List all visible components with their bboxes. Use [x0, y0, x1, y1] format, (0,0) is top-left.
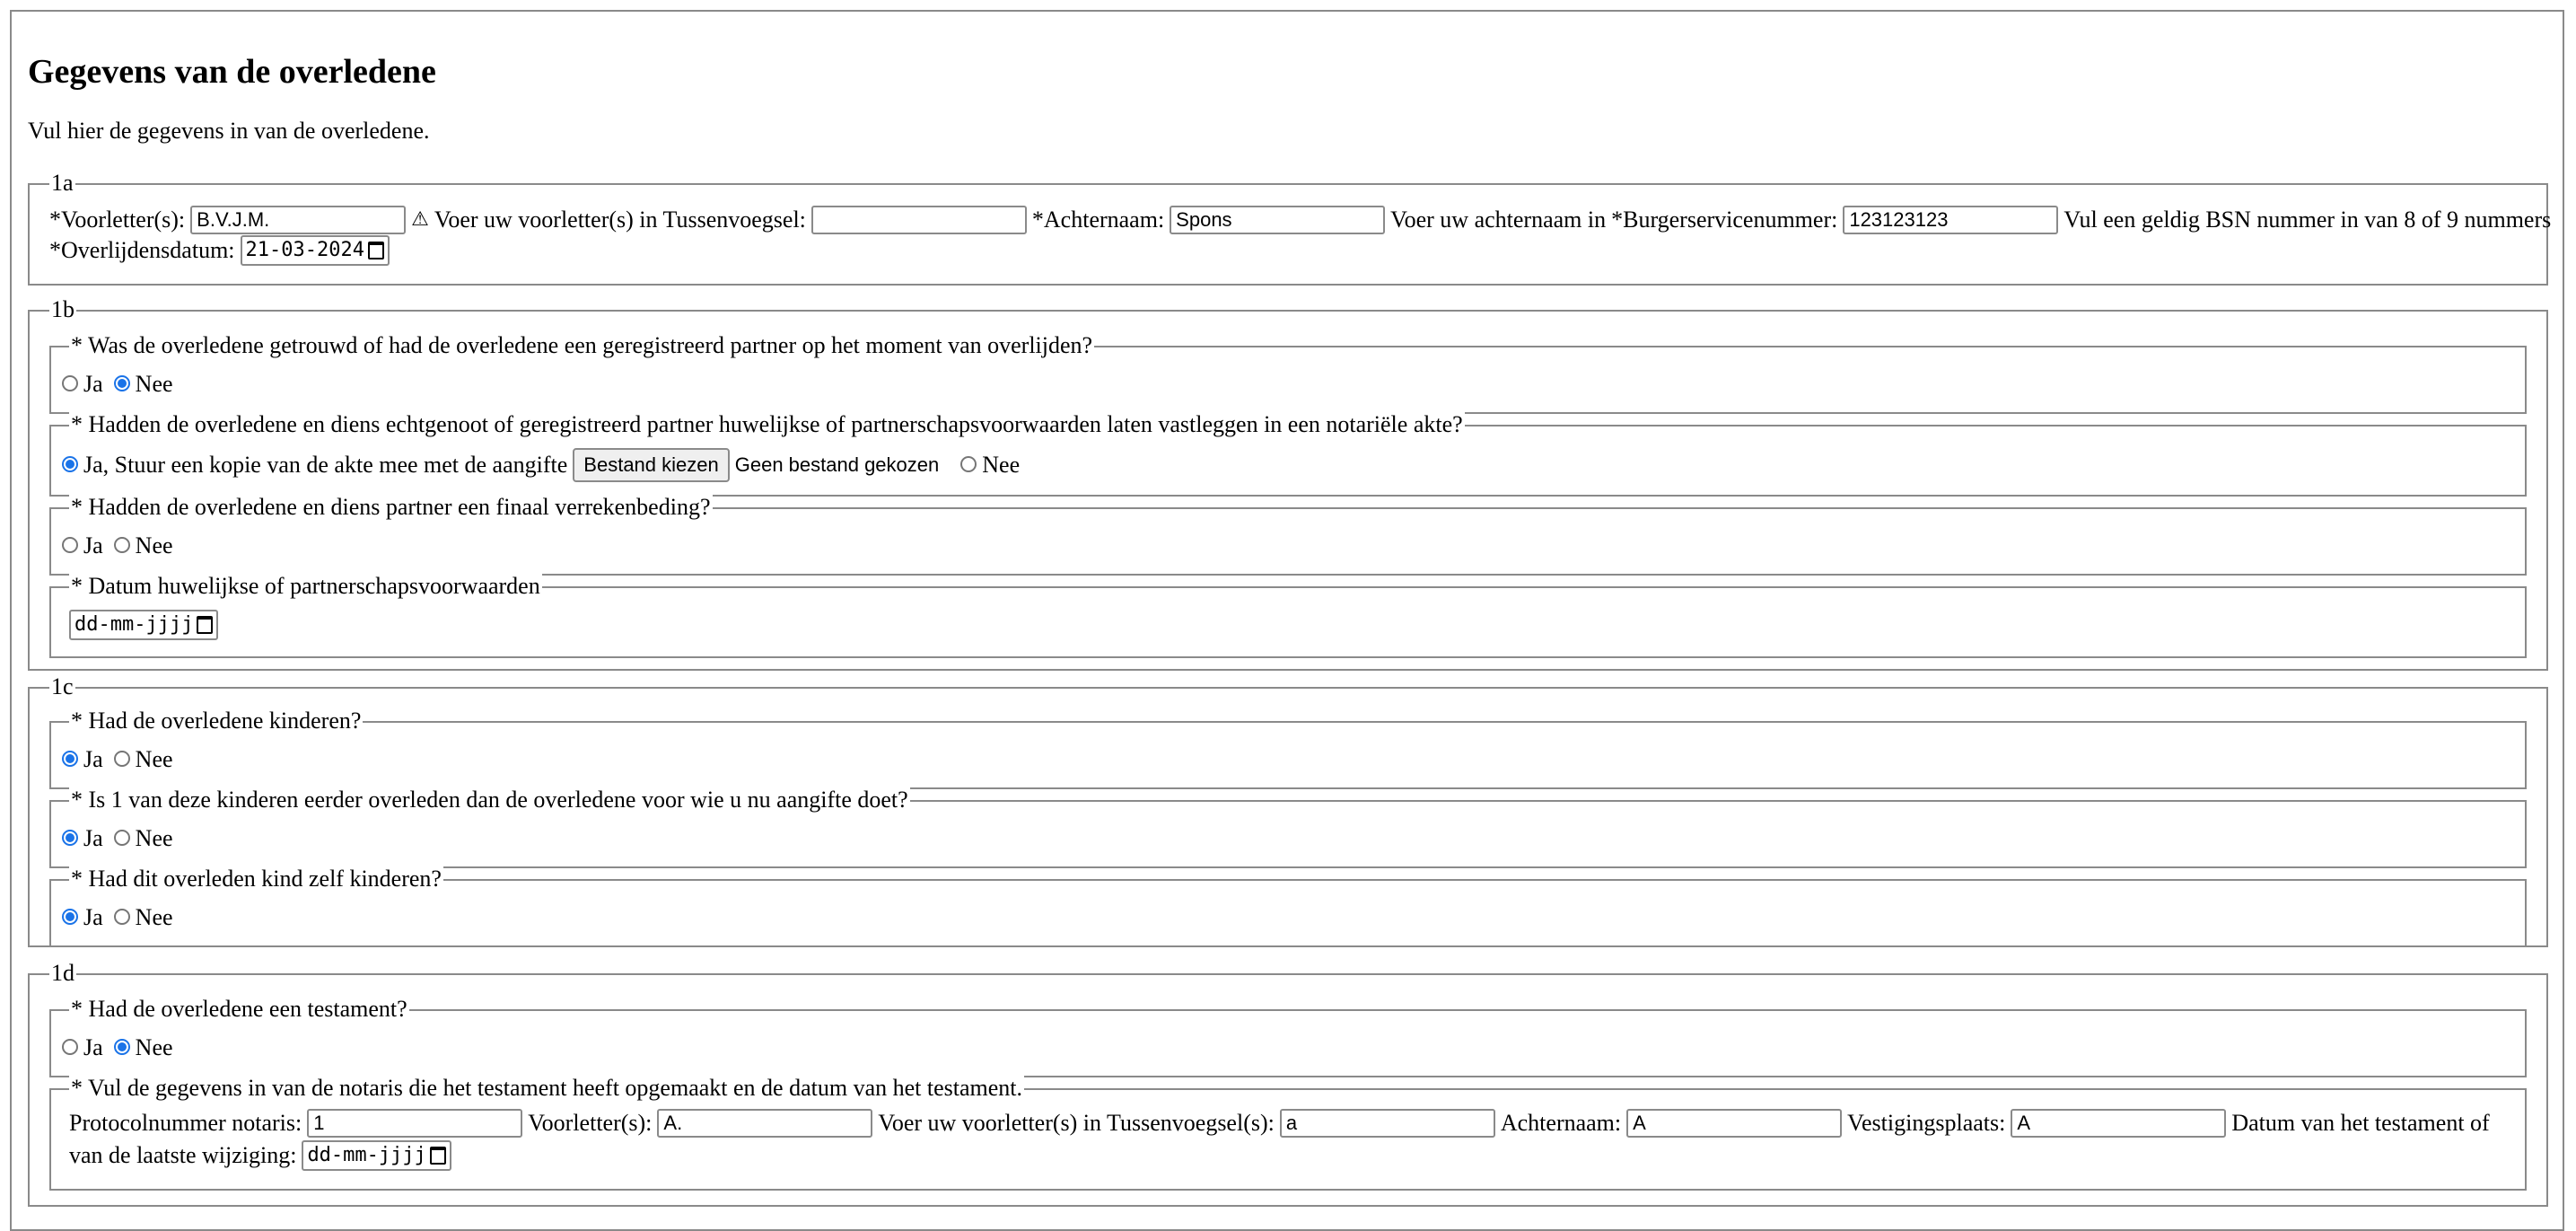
warning-triangle-icon: ⚠: [411, 208, 429, 231]
notaris-achternaam-input[interactable]: [1626, 1109, 1843, 1138]
fieldset-1b-q3: * Hadden de overledene en diens partner …: [49, 494, 2527, 576]
vestigingsplaats-label: Vestigingsplaats:: [1847, 1110, 2006, 1136]
radio-ja[interactable]: [62, 456, 78, 472]
fieldset-1c: 1c * Had de overledene kinderen? Ja Nee …: [28, 673, 2548, 947]
notaris-tussenvoegsel-label: Tussenvoegsel(s):: [1107, 1110, 1275, 1136]
radio-nee-label: Nee: [982, 452, 1021, 478]
fieldset-1c-legend: 1c: [49, 673, 75, 700]
radio-ja[interactable]: [62, 537, 78, 553]
fieldset-1d-legend: 1d: [49, 960, 76, 987]
radio-ja-label: Ja: [83, 825, 103, 851]
fieldset-1c-q2: * Is 1 van deze kinderen eerder overlede…: [49, 787, 2527, 868]
overlijdensdatum-value: 21-03-2024: [245, 239, 364, 261]
radio-nee[interactable]: [113, 537, 130, 553]
question-legend: * Had de overledene een testament?: [69, 996, 409, 1023]
notaris-voorletters-hint: Voer uw voorletter(s) in: [878, 1110, 1102, 1136]
protocolnummer-input[interactable]: [307, 1109, 523, 1138]
voorwaarden-date-input[interactable]: dd-mm-jjjj: [69, 610, 219, 640]
protocolnummer-label: Protocolnummer notaris:: [69, 1110, 302, 1136]
notaris-voorletters-label: Voorletter(s):: [528, 1110, 653, 1136]
form-page: Gegevens van de overledene Vul hier de g…: [10, 10, 2564, 1231]
achternaam-hint: Voer uw achternaam in: [1390, 207, 1607, 233]
bsn-hint: Vul een geldig BSN nummer in van 8 of 9 …: [2063, 207, 2552, 233]
question-legend: * Was de overledene getrouwd of had de o…: [69, 332, 1095, 359]
fieldset-1a-legend: 1a: [49, 170, 75, 197]
radio-ja[interactable]: [62, 751, 78, 767]
radio-ja-label: Ja: [83, 371, 103, 397]
radio-ja[interactable]: [62, 1039, 78, 1055]
question-legend: * Is 1 van deze kinderen eerder overlede…: [69, 787, 910, 813]
radio-ja-label: Ja: [83, 1034, 103, 1060]
question-legend: * Vul de gegevens in van de notaris die …: [69, 1075, 1025, 1102]
fieldset-1d: 1d * Had de overledene een testament? Ja…: [28, 960, 2548, 1207]
radio-nee[interactable]: [113, 909, 130, 925]
radio-nee-label: Nee: [135, 746, 173, 772]
fieldset-1d-q2: * Vul de gegevens in van de notaris die …: [49, 1075, 2527, 1191]
question-legend: * Had de overledene kinderen?: [69, 708, 364, 734]
tussenvoegsel-input[interactable]: [810, 206, 1027, 234]
fieldset-1b-q1: * Was de overledene getrouwd of had de o…: [49, 332, 2527, 414]
testament-datum-label-line1: Datum van het testament of: [2231, 1110, 2490, 1136]
fieldset-1c-q3: * Had dit overleden kind zelf kinderen? …: [49, 866, 2527, 947]
tussenvoegsel-label: Tussenvoegsel:: [662, 207, 806, 233]
calendar-icon[interactable]: [367, 242, 384, 259]
date-placeholder: dd-mm-jjjj: [74, 613, 194, 636]
radio-ja[interactable]: [62, 830, 78, 846]
notaris-achternaam-label: Achternaam:: [1500, 1110, 1622, 1136]
notaris-tussenvoegsel-input[interactable]: [1279, 1109, 1495, 1138]
radio-ja-label: Ja, Stuur een kopie van de akte mee met …: [83, 452, 568, 478]
notaris-voorletters-input[interactable]: [657, 1109, 873, 1138]
calendar-icon[interactable]: [197, 616, 214, 634]
radio-ja-label: Ja: [83, 746, 103, 772]
file-status: Geen bestand gekozen: [734, 453, 940, 476]
fieldset-1a: 1a *Voorletter(s): ⚠ Voer uw voorletter(…: [28, 170, 2552, 286]
radio-nee[interactable]: [113, 1039, 130, 1055]
fieldset-1b: 1b * Was de overledene getrouwd of had d…: [28, 296, 2548, 671]
achternaam-label: *Achternaam:: [1031, 207, 1165, 233]
question-legend: * Hadden de overledene en diens echtgeno…: [69, 411, 1465, 438]
question-legend: * Hadden de overledene en diens partner …: [69, 494, 713, 521]
fieldset-1b-legend: 1b: [49, 296, 76, 323]
radio-nee-label: Nee: [135, 904, 173, 930]
voorletters-label: *Voorletter(s):: [49, 207, 186, 233]
fieldset-1b-q4: * Datum huwelijkse of partnerschapsvoorw…: [49, 573, 2527, 658]
radio-ja-label: Ja: [83, 532, 103, 558]
achternaam-input[interactable]: [1170, 206, 1386, 234]
radio-nee[interactable]: [960, 456, 977, 472]
overlijdensdatum-input[interactable]: 21-03-2024: [240, 235, 390, 266]
page-title: Gegevens van de overledene: [28, 53, 436, 91]
testament-datum-label-line2: van de laatste wijziging:: [69, 1142, 297, 1168]
radio-nee[interactable]: [113, 751, 130, 767]
calendar-icon[interactable]: [429, 1147, 446, 1165]
radio-ja-label: Ja: [83, 904, 103, 930]
radio-nee-label: Nee: [135, 532, 173, 558]
voorletters-input[interactable]: [190, 206, 407, 234]
page-intro: Vul hier de gegevens in van de overleden…: [28, 118, 430, 144]
radio-ja[interactable]: [62, 375, 78, 391]
overlijdensdatum-label: *Overlijdensdatum:: [49, 237, 235, 263]
radio-nee[interactable]: [113, 375, 130, 391]
question-legend: * Had dit overleden kind zelf kinderen?: [69, 866, 443, 892]
radio-nee-label: Nee: [135, 371, 173, 397]
radio-nee[interactable]: [113, 830, 130, 846]
voorletters-hint: Voer uw voorletter(s) in: [434, 207, 658, 233]
fieldset-1c-q1: * Had de overledene kinderen? Ja Nee: [49, 708, 2527, 789]
fieldset-1b-q2: * Hadden de overledene en diens echtgeno…: [49, 411, 2527, 497]
testament-date-input[interactable]: dd-mm-jjjj: [302, 1140, 451, 1171]
radio-ja[interactable]: [62, 909, 78, 925]
question-legend: * Datum huwelijkse of partnerschapsvoorw…: [69, 573, 542, 600]
date-placeholder: dd-mm-jjjj: [307, 1144, 426, 1166]
radio-nee-label: Nee: [135, 825, 173, 851]
vestigingsplaats-input[interactable]: [2011, 1109, 2227, 1138]
file-choose-button[interactable]: Bestand kiezen: [573, 448, 730, 482]
bsn-input[interactable]: [1843, 206, 2059, 234]
radio-nee-label: Nee: [135, 1034, 173, 1060]
fieldset-1d-q1: * Had de overledene een testament? Ja Ne…: [49, 996, 2527, 1077]
bsn-label: *Burgerservicenummer:: [1611, 207, 1838, 233]
